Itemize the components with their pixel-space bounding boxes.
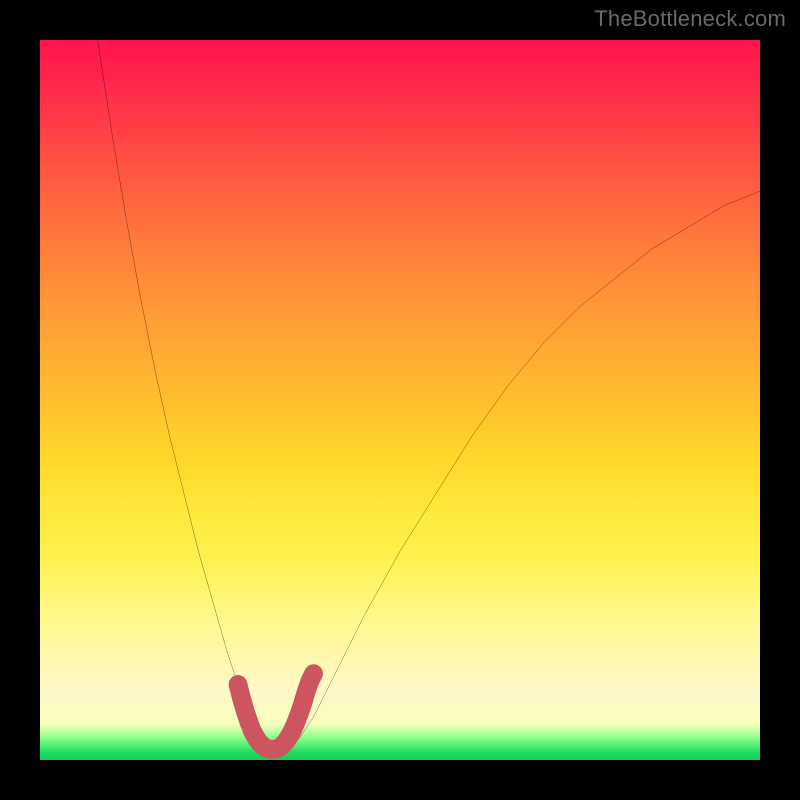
- curve-layer: [40, 40, 760, 760]
- optimal-range-dot: [230, 676, 247, 693]
- plot-area: [40, 40, 760, 760]
- optimal-range-dot: [305, 665, 322, 682]
- bottleneck-curve: [98, 40, 760, 749]
- chart-frame: TheBottleneck.com: [0, 0, 800, 800]
- watermark-text: TheBottleneck.com: [594, 6, 786, 32]
- optimal-range-marker: [230, 665, 322, 757]
- bottleneck-curve-path: [98, 40, 760, 749]
